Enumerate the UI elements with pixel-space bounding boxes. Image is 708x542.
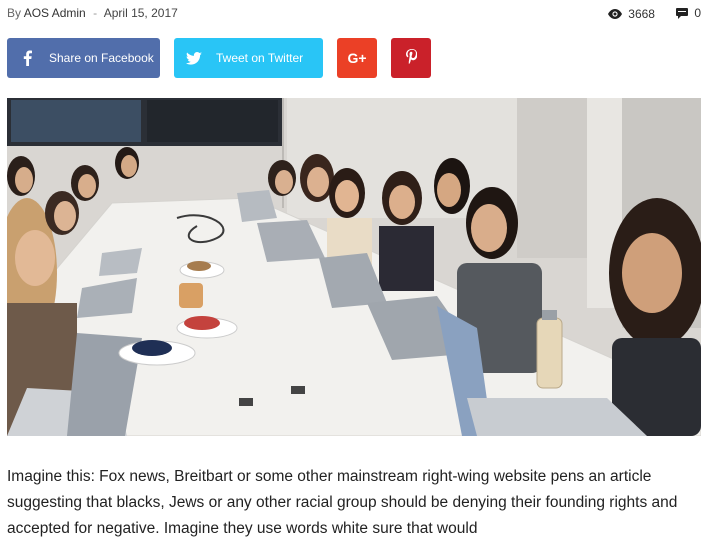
by-label: By: [7, 6, 22, 20]
post-stats: 3668 0: [590, 6, 701, 22]
post-date: April 15, 2017: [103, 6, 178, 20]
byline: By AOS Admin - April 15, 2017: [7, 6, 178, 20]
views-stat: 3668: [608, 7, 655, 21]
article-intro: Imagine this: Fox news, Breitbart or som…: [7, 468, 678, 537]
pinterest-icon: [405, 49, 417, 67]
share-googleplus-button[interactable]: G+: [337, 38, 377, 78]
googleplus-icon: G+: [347, 50, 367, 66]
post-meta: By AOS Admin - April 15, 2017 3668 0: [7, 6, 701, 22]
views-count: 3668: [628, 6, 655, 21]
share-facebook-button[interactable]: Share on Facebook: [7, 38, 160, 78]
comments-stat[interactable]: 0: [676, 6, 701, 20]
meta-separator: -: [93, 6, 98, 20]
comments-count: 0: [694, 6, 701, 20]
share-buttons: Share on Facebook Tweet on Twitter G+: [7, 38, 707, 78]
facebook-icon: [7, 38, 47, 78]
eye-icon: [608, 8, 623, 19]
tweet-twitter-button[interactable]: Tweet on Twitter: [174, 38, 323, 78]
share-facebook-label: Share on Facebook: [49, 51, 154, 65]
share-pinterest-button[interactable]: [391, 38, 431, 78]
post-featured-image: [7, 98, 701, 436]
twitter-icon: [174, 38, 214, 78]
author-link[interactable]: AOS Admin: [24, 6, 86, 20]
photo-conference-table: [7, 98, 701, 436]
comment-icon: [676, 7, 689, 19]
tweet-twitter-label: Tweet on Twitter: [216, 51, 304, 65]
